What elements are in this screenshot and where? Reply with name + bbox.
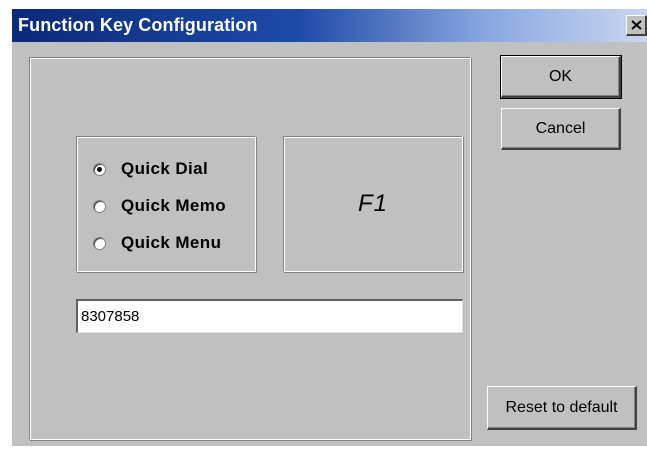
radio-selected-dot bbox=[97, 166, 102, 172]
function-key-dialog: Function Key Configuration Quick Dial Qu… bbox=[12, 9, 647, 446]
reset-to-default-button[interactable]: Reset to default bbox=[487, 386, 637, 430]
title-bar[interactable]: Function Key Configuration bbox=[12, 9, 647, 42]
function-key-display: F1 bbox=[283, 136, 463, 272]
ok-button[interactable]: OK bbox=[500, 55, 622, 99]
radio-quick-dial[interactable]: Quick Dial bbox=[93, 158, 208, 180]
mode-radio-group: Quick Dial Quick Memo Quick Menu bbox=[76, 136, 256, 272]
radio-label-quick-dial: Quick Dial bbox=[121, 159, 209, 178]
radio-quick-menu[interactable]: Quick Menu bbox=[93, 232, 221, 254]
radio-label-quick-menu: Quick Menu bbox=[121, 233, 222, 252]
radio-button[interactable] bbox=[93, 162, 106, 176]
close-x-icon bbox=[630, 20, 642, 30]
dial-number-input[interactable] bbox=[76, 299, 463, 333]
radio-button[interactable] bbox=[93, 199, 106, 213]
close-button[interactable] bbox=[626, 15, 647, 36]
dialog-title: Function Key Configuration bbox=[18, 15, 258, 35]
function-key-label: F1 bbox=[357, 190, 388, 217]
main-panel: Quick Dial Quick Memo Quick Menu F1 bbox=[29, 57, 471, 440]
radio-label-quick-memo: Quick Memo bbox=[121, 196, 227, 215]
cancel-button[interactable]: Cancel bbox=[501, 108, 621, 150]
radio-quick-memo[interactable]: Quick Memo bbox=[93, 195, 226, 217]
radio-button[interactable] bbox=[93, 236, 106, 250]
